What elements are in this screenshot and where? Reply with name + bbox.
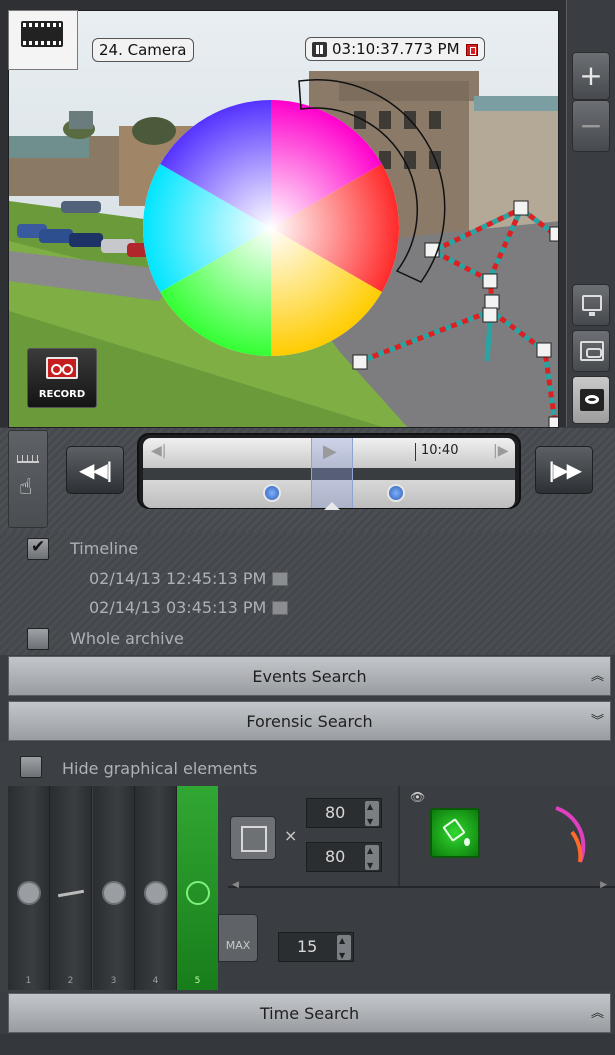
height-value: 80 [325, 847, 346, 866]
timeline-hand-tool[interactable]: ☝ [8, 430, 48, 528]
camera-time-label[interactable]: 03:10:37.773 PM [305, 37, 485, 61]
hand-cursor-icon: ☝ [19, 475, 33, 500]
forensic-parameters: × 80 80 👁 ◀ ▶ MAX 15 [218, 786, 615, 990]
hide-graphical-elements-checkbox[interactable] [20, 756, 42, 778]
dots-circle-icon [144, 881, 168, 905]
film-icon [21, 21, 63, 47]
step-forward-icon[interactable]: |▶ [493, 443, 508, 459]
arrow-circle-icon [17, 881, 41, 905]
tool-number: 3 [110, 976, 117, 986]
scroll-left-icon[interactable]: ◀ [232, 880, 239, 890]
tool-tab-2[interactable]: 2 [50, 786, 92, 990]
range-end-marker[interactable] [387, 484, 405, 502]
ruler-icon [17, 455, 39, 463]
line-cross-icon [57, 889, 85, 898]
record-label: RECORD [38, 389, 86, 400]
camera-timestamp: 03:10:37.773 PM [332, 40, 460, 58]
chevron-down-icon: ︾ [590, 714, 604, 729]
paint-drop-icon [464, 838, 470, 846]
tool-number: 1 [25, 976, 32, 986]
color-fill-button[interactable] [430, 808, 480, 858]
next-frame-button[interactable]: |▶▶ [535, 446, 593, 494]
tool-tab-5-active[interactable]: 5 [177, 786, 219, 990]
max-label: MAX [225, 939, 251, 952]
times-symbol: × [284, 826, 298, 845]
timeline-label: Timeline [70, 539, 139, 558]
calendar-icon[interactable] [272, 601, 289, 615]
spin-arrows-icon[interactable] [365, 837, 379, 880]
record-indicator-icon [465, 44, 478, 56]
tool-tab-1[interactable]: 1 [8, 786, 50, 990]
step-back-icon[interactable]: ◀| [151, 443, 166, 459]
vertical-divider [398, 786, 400, 886]
square-area-button[interactable] [230, 816, 276, 860]
calendar-icon[interactable] [272, 572, 289, 586]
zoom-in-button[interactable]: + [572, 52, 610, 100]
plus-icon: + [579, 59, 603, 92]
pause-icon[interactable] [312, 42, 327, 57]
forensic-search-title: Forensic Search [246, 712, 373, 731]
max-button[interactable]: MAX [218, 914, 258, 962]
zoom-out-button[interactable]: − [572, 100, 610, 152]
forensic-search-panel: Hide graphical elements 1 2 3 4 5 × 80 8… [0, 742, 615, 992]
play-icon[interactable]: ▶ [323, 441, 337, 462]
camera-thumbnail[interactable] [8, 10, 78, 70]
selected-color-arc [555, 806, 586, 863]
tool-tab-4[interactable]: 4 [135, 786, 177, 990]
video-pane: 24. Camera 03:10:37.773 PM RECORD [0, 0, 567, 428]
eye-icon [580, 389, 604, 411]
timeline-scrubber[interactable]: ◀| ▶ |▶ 10:40 [137, 433, 521, 510]
width-spinbox[interactable]: 80 [306, 793, 382, 836]
tool-number: 5 [194, 976, 201, 986]
tool-number: 4 [152, 976, 159, 986]
clock-icon [102, 881, 126, 905]
end-datetime-row: 02/14/13 03:45:13 PM [89, 598, 289, 617]
spin-arrows-icon[interactable] [365, 793, 379, 836]
search-range-options: Timeline 02/14/13 12:45:13 PM 02/14/13 0… [0, 532, 615, 655]
count-value: 15 [297, 937, 318, 956]
scroll-right-icon[interactable]: ▶ [600, 880, 607, 890]
search-mode-button[interactable] [572, 376, 610, 424]
playhead-caret-icon[interactable] [324, 502, 340, 510]
events-search-header[interactable]: Events Search ︽ [8, 656, 611, 696]
whole-archive-checkbox[interactable] [27, 628, 49, 650]
height-spinbox[interactable]: 80 [306, 837, 382, 880]
archive-button[interactable] [572, 330, 610, 372]
width-value: 80 [325, 803, 346, 822]
events-search-title: Events Search [252, 667, 367, 686]
hide-graphical-elements-label: Hide graphical elements [62, 759, 258, 778]
count-spinbox[interactable]: 15 [278, 927, 354, 970]
monitor-icon [582, 295, 602, 316]
start-datetime[interactable]: 02/14/13 12:45:13 PM [89, 569, 266, 588]
tool-tab-3[interactable]: 3 [93, 786, 135, 990]
end-datetime[interactable]: 02/14/13 03:45:13 PM [89, 598, 266, 617]
record-button[interactable]: RECORD [27, 348, 97, 408]
bottom-strip [0, 1034, 615, 1055]
chevron-up-icon: ︽ [590, 1006, 604, 1021]
chevron-up-icon: ︽ [590, 669, 604, 684]
tool-number: 2 [67, 976, 74, 986]
timeline-time-label: 10:40 [415, 443, 458, 461]
horizontal-divider [228, 886, 615, 888]
previous-frame-button[interactable]: ◀◀| [66, 446, 124, 494]
time-search-header[interactable]: Time Search ︽ [8, 993, 611, 1033]
cassette-icon [580, 341, 604, 361]
live-view-button[interactable] [572, 284, 610, 326]
time-search-title: Time Search [259, 1004, 360, 1023]
paint-bucket-icon [442, 818, 466, 842]
spin-arrows-icon[interactable] [337, 927, 351, 970]
whole-archive-label: Whole archive [70, 629, 184, 648]
color-search-icon [186, 881, 210, 905]
eye-icon[interactable]: 👁 [410, 790, 425, 804]
forensic-search-header[interactable]: Forensic Search ︾ [8, 701, 611, 741]
timeline-checkbox[interactable] [27, 537, 49, 560]
camera-name-label[interactable]: 24. Camera [92, 38, 194, 62]
start-datetime-row: 02/14/13 12:45:13 PM [89, 569, 289, 588]
cassette-icon [46, 357, 78, 379]
range-start-marker[interactable] [263, 484, 281, 502]
minus-icon: − [579, 109, 603, 142]
